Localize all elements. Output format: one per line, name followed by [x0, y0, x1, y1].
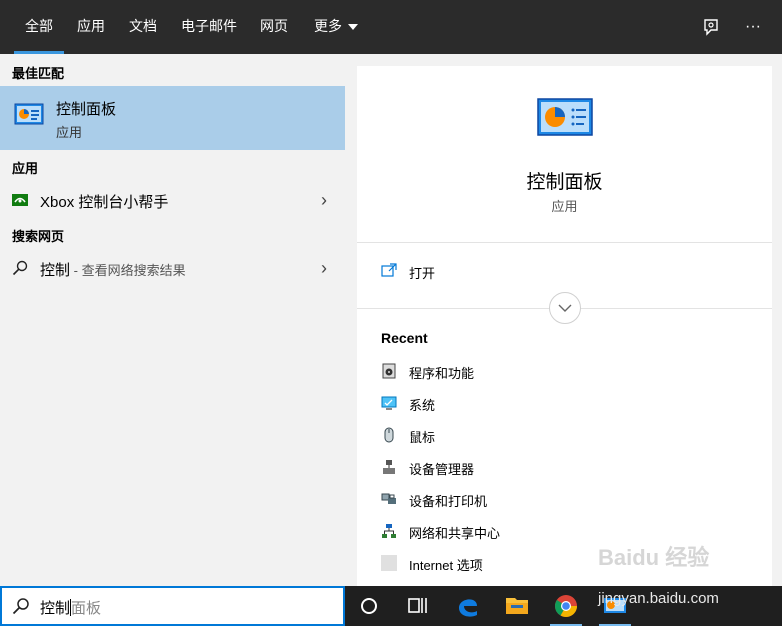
- best-match-subtitle: 应用: [56, 125, 83, 140]
- recent-item[interactable]: 系统: [381, 393, 741, 415]
- tab-apps[interactable]: 应用: [70, 0, 112, 54]
- programs-icon: [381, 363, 397, 379]
- open-icon: [381, 263, 397, 277]
- chevron-right-icon[interactable]: ›: [321, 190, 327, 211]
- app-result-xbox[interactable]: Xbox 控制台小帮手 ›: [0, 182, 345, 218]
- tab-more[interactable]: 更多: [306, 0, 366, 54]
- preview-title: 控制面板: [526, 172, 603, 193]
- best-match-title: 控制面板: [56, 101, 117, 118]
- web-heading: 搜索网页: [12, 229, 65, 244]
- edge-icon[interactable]: [448, 586, 488, 626]
- search-typed-text: 控制: [40, 600, 71, 617]
- tab-email[interactable]: 电子邮件: [176, 0, 242, 54]
- recent-item-label: 系统: [409, 398, 436, 413]
- task-view-icon[interactable]: [397, 586, 437, 626]
- feedback-icon[interactable]: [698, 14, 724, 40]
- recent-item[interactable]: 设备管理器: [381, 457, 741, 479]
- device-manager-icon: [381, 459, 397, 475]
- system-icon: [381, 395, 397, 411]
- recent-item-label: 设备管理器: [409, 462, 475, 477]
- search-box[interactable]: 控制面板: [0, 586, 345, 626]
- recent-heading: Recent: [381, 330, 428, 346]
- preview-subtitle: 应用: [551, 199, 578, 214]
- web-result-label: 控制 - 查看网络搜索结果: [40, 259, 186, 280]
- recent-item-label: 网络和共享中心: [409, 526, 501, 541]
- recent-item[interactable]: 程序和功能: [381, 361, 741, 383]
- results-pane: 最佳匹配 控制面板 应用 应用 Xbox 控制台小帮手 › 搜索网页 控制 - …: [0, 54, 345, 586]
- recent-item[interactable]: 设备和打印机: [381, 489, 741, 511]
- search-suggestion-text: 面板: [71, 600, 102, 617]
- tab-all[interactable]: 全部: [14, 0, 64, 54]
- control-panel-icon: [14, 102, 44, 128]
- search-icon: [12, 597, 30, 615]
- search-scope-tabs: 全部 应用 文档 电子邮件 网页 更多 ···: [0, 0, 782, 54]
- more-options-icon[interactable]: ···: [740, 14, 766, 40]
- web-result-hint: - 查看网络搜索结果: [70, 263, 186, 278]
- open-label: 打开: [409, 266, 436, 281]
- recent-item-label: Internet 选项: [409, 558, 483, 573]
- expand-chevron-icon[interactable]: [549, 292, 581, 324]
- recent-item-label: 程序和功能: [409, 366, 475, 381]
- search-icon: [12, 260, 28, 276]
- tab-web[interactable]: 网页: [252, 0, 296, 54]
- cortana-icon[interactable]: [349, 586, 389, 626]
- watermark-url: jingyan.baidu.com: [598, 590, 719, 607]
- file-explorer-icon[interactable]: [497, 586, 537, 626]
- web-result[interactable]: 控制 - 查看网络搜索结果 ›: [0, 250, 345, 286]
- chrome-icon[interactable]: [546, 586, 586, 626]
- printer-icon: [381, 491, 397, 507]
- watermark-logo: Baidu 经验: [598, 545, 710, 570]
- preview-card: 控制面板 应用 打开 Recent 程序和功能 系统 鼠标 设备管理器 设备和打…: [357, 66, 772, 586]
- divider: [357, 242, 772, 243]
- internet-options-icon: [381, 555, 397, 571]
- web-result-query: 控制: [40, 262, 71, 279]
- best-match-heading: 最佳匹配: [12, 66, 65, 81]
- control-panel-large-icon: [537, 98, 593, 138]
- recent-item-label: 鼠标: [409, 430, 436, 445]
- recent-item[interactable]: 鼠标: [381, 425, 741, 447]
- caret-down-icon: [348, 24, 358, 31]
- network-icon: [381, 523, 397, 539]
- mouse-icon: [381, 427, 397, 443]
- chevron-right-icon[interactable]: ›: [321, 258, 327, 279]
- tab-more-label: 更多: [314, 18, 342, 34]
- xbox-icon: [12, 192, 28, 208]
- tab-documents[interactable]: 文档: [122, 0, 164, 54]
- recent-item-label: 设备和打印机: [409, 494, 488, 509]
- app-result-label: Xbox 控制台小帮手: [40, 194, 169, 211]
- best-match-result[interactable]: 控制面板 应用: [0, 86, 345, 150]
- apps-heading: 应用: [12, 161, 39, 176]
- search-input[interactable]: 控制面板: [40, 597, 101, 618]
